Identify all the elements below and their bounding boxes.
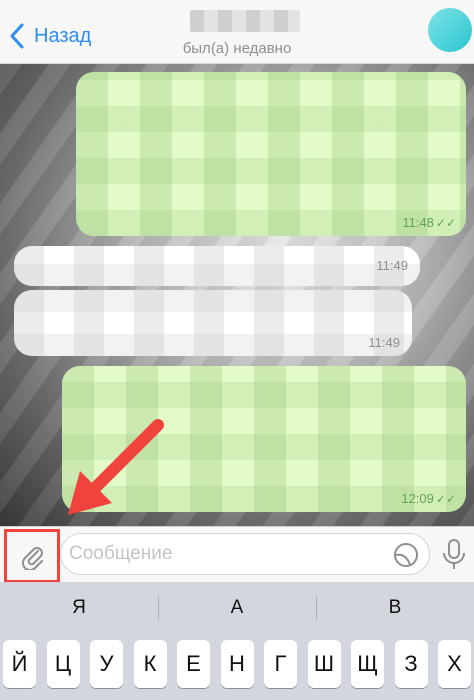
key[interactable]: Ш xyxy=(307,640,341,688)
key[interactable]: Г xyxy=(264,640,297,688)
contact-name-blurred[interactable] xyxy=(190,10,300,32)
blurred-message-text xyxy=(76,72,466,236)
suggestion-item[interactable]: Я xyxy=(0,582,158,634)
key[interactable]: Н xyxy=(220,640,254,688)
key[interactable]: Щ xyxy=(351,640,384,688)
message-field[interactable] xyxy=(60,533,430,575)
microphone-icon[interactable] xyxy=(440,537,468,573)
message-time: 11:49 xyxy=(376,258,408,273)
key[interactable]: К xyxy=(133,640,167,688)
key[interactable]: Е xyxy=(177,640,210,688)
attach-button[interactable] xyxy=(4,529,60,583)
message-time: 12:09 ✓✓ xyxy=(401,491,456,506)
suggestion-item[interactable]: А xyxy=(158,582,316,634)
message-bubble[interactable]: 11:48 ✓✓ xyxy=(76,72,466,236)
suggestion-item[interactable]: В xyxy=(316,582,474,634)
message-bubble[interactable]: 11:49 xyxy=(14,290,412,356)
suggestion-bar: Я А В xyxy=(0,582,474,634)
chat-header: Назад был(а) недавно xyxy=(0,0,474,64)
keyboard: Я А В Й Ц У К Е Н Г Ш Щ З Х xyxy=(0,582,474,700)
keyboard-row-1: Й Ц У К Е Н Г Ш Щ З Х xyxy=(3,640,471,688)
chat-area[interactable]: 11:48 ✓✓ 11:49 11:49 12:09 ✓✓ xyxy=(0,64,474,526)
message-time: 11:49 xyxy=(368,335,400,350)
message-bubble[interactable]: 12:09 ✓✓ xyxy=(62,366,466,512)
read-checkmarks-icon: ✓✓ xyxy=(435,492,456,506)
message-input[interactable] xyxy=(69,543,379,565)
blurred-message-text xyxy=(14,246,420,286)
message-bubble[interactable]: 11:49 xyxy=(14,246,420,286)
message-input-bar xyxy=(0,526,474,583)
paperclip-icon xyxy=(21,547,43,570)
read-checkmarks-icon: ✓✓ xyxy=(435,216,456,230)
key[interactable]: Х xyxy=(438,640,471,688)
blurred-message-text xyxy=(14,290,412,356)
message-time: 11:48 ✓✓ xyxy=(402,215,456,230)
key[interactable]: У xyxy=(90,640,123,688)
key[interactable]: Ц xyxy=(46,640,80,688)
key[interactable]: З xyxy=(394,640,428,688)
avatar[interactable] xyxy=(428,8,472,52)
sticker-icon[interactable] xyxy=(393,542,419,568)
key[interactable]: Й xyxy=(3,640,36,688)
contact-status: был(а) недавно xyxy=(182,40,292,57)
